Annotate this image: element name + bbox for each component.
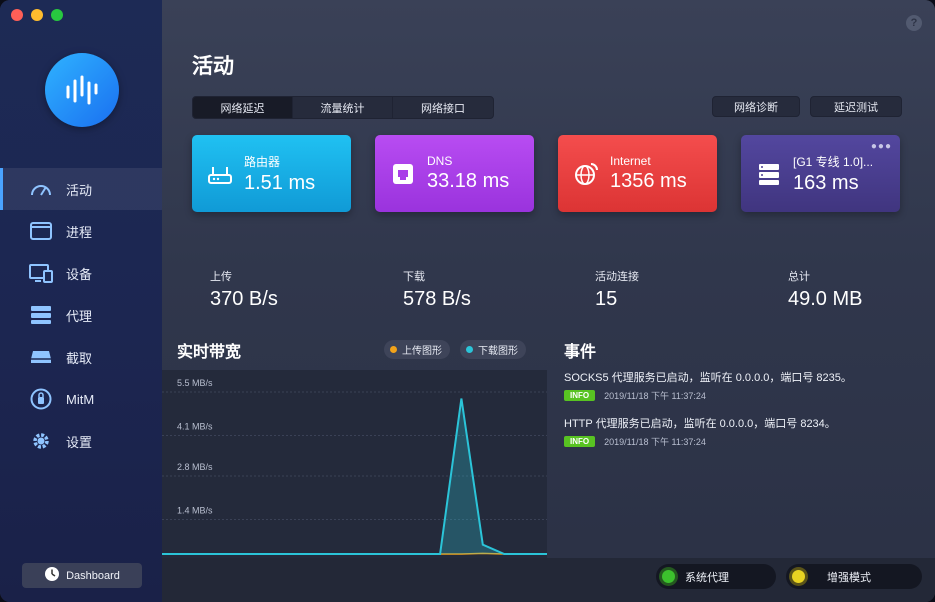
help-icon[interactable]: ? <box>906 15 922 31</box>
event-item: HTTP 代理服务已启动，监听在 0.0.0.0，端口号 8234。 INFO … <box>564 415 924 448</box>
y-tick-label: 4.1 MB/s <box>177 422 213 432</box>
server-icon <box>755 160 783 188</box>
sidebar-item-label: MitM <box>66 391 95 407</box>
event-time: 2019/11/18 下午 11:37:24 <box>604 437 706 447</box>
app-logo <box>45 53 119 127</box>
sidebar-item-process[interactable]: 进程 <box>0 210 162 252</box>
clock-icon <box>44 566 60 585</box>
card-label: [G1 专线 1.0]... <box>793 154 874 169</box>
internet-latency-card[interactable]: Internet 1356 ms <box>558 135 717 212</box>
sidebar-item-label: 设备 <box>66 266 93 282</box>
stat-total: 总计 49.0 MB <box>755 253 935 325</box>
card-value: 163 ms <box>793 171 859 194</box>
card-value: 1356 ms <box>610 170 687 192</box>
gear-icon <box>28 430 54 452</box>
stat-value: 15 <box>595 288 618 310</box>
monitor-icon <box>28 262 54 284</box>
sidebar-item-label: 设置 <box>66 434 93 450</box>
card-value: 33.18 ms <box>427 170 510 192</box>
waveform-icon <box>66 75 98 105</box>
tab-interfaces[interactable]: 网络接口 <box>393 97 493 118</box>
network-diagnosis-button[interactable]: 网络诊断 <box>712 96 800 117</box>
sidebar-item-label: 截取 <box>66 350 93 366</box>
sidebar-item-label: 活动 <box>66 182 93 198</box>
legend-download-label: 下载图形 <box>478 346 518 357</box>
sidebar-item-devices[interactable]: 设备 <box>0 252 162 294</box>
stat-value: 49.0 MB <box>788 288 863 310</box>
bandwidth-title: 实时带宽 <box>177 344 242 361</box>
download-dot-icon <box>466 346 473 353</box>
server-icon <box>28 304 54 326</box>
enhanced-mode-label: 增强模式 <box>827 571 871 584</box>
stat-upload: 上传 370 B/s <box>177 253 367 325</box>
event-time: 2019/11/18 下午 11:37:24 <box>604 391 706 401</box>
dns-icon <box>389 160 417 188</box>
event-item: SOCKS5 代理服务已启动，监听在 0.0.0.0，端口号 8235。 INF… <box>564 369 924 402</box>
sidebar-item-settings[interactable]: 设置 <box>0 420 162 462</box>
sidebar-item-label: 代理 <box>66 308 93 324</box>
enhanced-mode-toggle[interactable]: 增强模式 <box>786 564 922 589</box>
lock-icon <box>28 388 54 410</box>
legend-upload-label: 上传图形 <box>402 346 442 357</box>
system-proxy-toggle[interactable]: 系统代理 <box>656 564 776 589</box>
stat-download: 下载 578 B/s <box>370 253 560 325</box>
stat-connections: 活动连接 15 <box>562 253 752 325</box>
sidebar-item-label: 进程 <box>66 224 93 240</box>
tab-latency[interactable]: 网络延迟 <box>193 97 293 118</box>
upload-dot-icon <box>390 346 397 353</box>
sidebar-item-proxy[interactable]: 代理 <box>0 294 162 336</box>
close-button[interactable] <box>11 9 23 21</box>
events-title: 事件 <box>564 344 597 361</box>
app-window: 活动 进程 设备 代理 截取 MitM 设置 Dashboard ? 活动 网络… <box>0 0 935 602</box>
sidebar: 活动 进程 设备 代理 截取 MitM 设置 Dashboard <box>0 0 162 602</box>
dns-latency-card[interactable]: DNS 33.18 ms <box>375 135 534 212</box>
legend-upload[interactable]: 上传图形 <box>384 340 450 359</box>
tab-traffic[interactable]: 流量统计 <box>293 97 393 118</box>
bandwidth-chart: 5.5 MB/s 4.1 MB/s 2.8 MB/s 1.4 MB/s <box>162 370 547 558</box>
card-label: Internet <box>610 154 651 168</box>
bandwidth-chart-svg: 5.5 MB/s 4.1 MB/s 2.8 MB/s 1.4 MB/s <box>162 378 547 555</box>
card-label: 路由器 <box>244 154 281 169</box>
system-proxy-label: 系统代理 <box>685 571 729 584</box>
event-level-badge: INFO <box>564 390 596 401</box>
proxy-latency-card[interactable]: ●●● [G1 专线 1.0]... 163 ms <box>741 135 900 212</box>
window-controls <box>11 9 63 21</box>
card-label: DNS <box>427 154 453 168</box>
more-icon[interactable]: ●●● <box>871 141 892 152</box>
y-tick-label: 2.8 MB/s <box>177 462 213 472</box>
sidebar-item-activity[interactable]: 活动 <box>0 168 162 210</box>
stat-label: 活动连接 <box>595 271 639 283</box>
event-text: SOCKS5 代理服务已启动，监听在 0.0.0.0，端口号 8235。 <box>564 372 852 384</box>
dashboard-button[interactable]: Dashboard <box>22 563 142 588</box>
enhanced-mode-status-icon <box>792 570 805 583</box>
disk-icon <box>28 346 54 368</box>
legend-download[interactable]: 下载图形 <box>460 340 526 359</box>
system-proxy-status-icon <box>662 570 675 583</box>
card-value: 1.51 ms <box>244 171 316 194</box>
stat-value: 578 B/s <box>403 288 471 310</box>
sidebar-item-capture[interactable]: 截取 <box>0 336 162 378</box>
event-text: HTTP 代理服务已启动，监听在 0.0.0.0，端口号 8234。 <box>564 418 836 430</box>
window-icon <box>28 220 54 242</box>
router-icon <box>206 160 234 188</box>
view-tabs: 网络延迟 流量统计 网络接口 <box>192 96 494 119</box>
zoom-button[interactable] <box>51 9 63 21</box>
stat-label: 下载 <box>403 271 425 283</box>
sidebar-nav: 活动 进程 设备 代理 截取 MitM 设置 <box>0 168 162 462</box>
y-tick-label: 1.4 MB/s <box>177 505 213 515</box>
page-title: 活动 <box>192 55 234 78</box>
router-latency-card[interactable]: 路由器 1.51 ms <box>192 135 351 212</box>
globe-icon <box>572 160 600 188</box>
stat-label: 总计 <box>788 271 810 283</box>
event-level-badge: INFO <box>564 436 596 447</box>
minimize-button[interactable] <box>31 9 43 21</box>
latency-test-button[interactable]: 延迟测试 <box>810 96 902 117</box>
dashboard-label: Dashboard <box>66 569 120 582</box>
stat-value: 370 B/s <box>210 288 278 310</box>
sidebar-item-mitm[interactable]: MitM <box>0 378 162 420</box>
main-panel: ? 活动 网络延迟 流量统计 网络接口 网络诊断 延迟测试 路由器 1.51 m… <box>162 0 935 602</box>
gauge-icon <box>28 178 54 200</box>
y-tick-label: 5.5 MB/s <box>177 378 213 388</box>
stat-label: 上传 <box>210 271 232 283</box>
